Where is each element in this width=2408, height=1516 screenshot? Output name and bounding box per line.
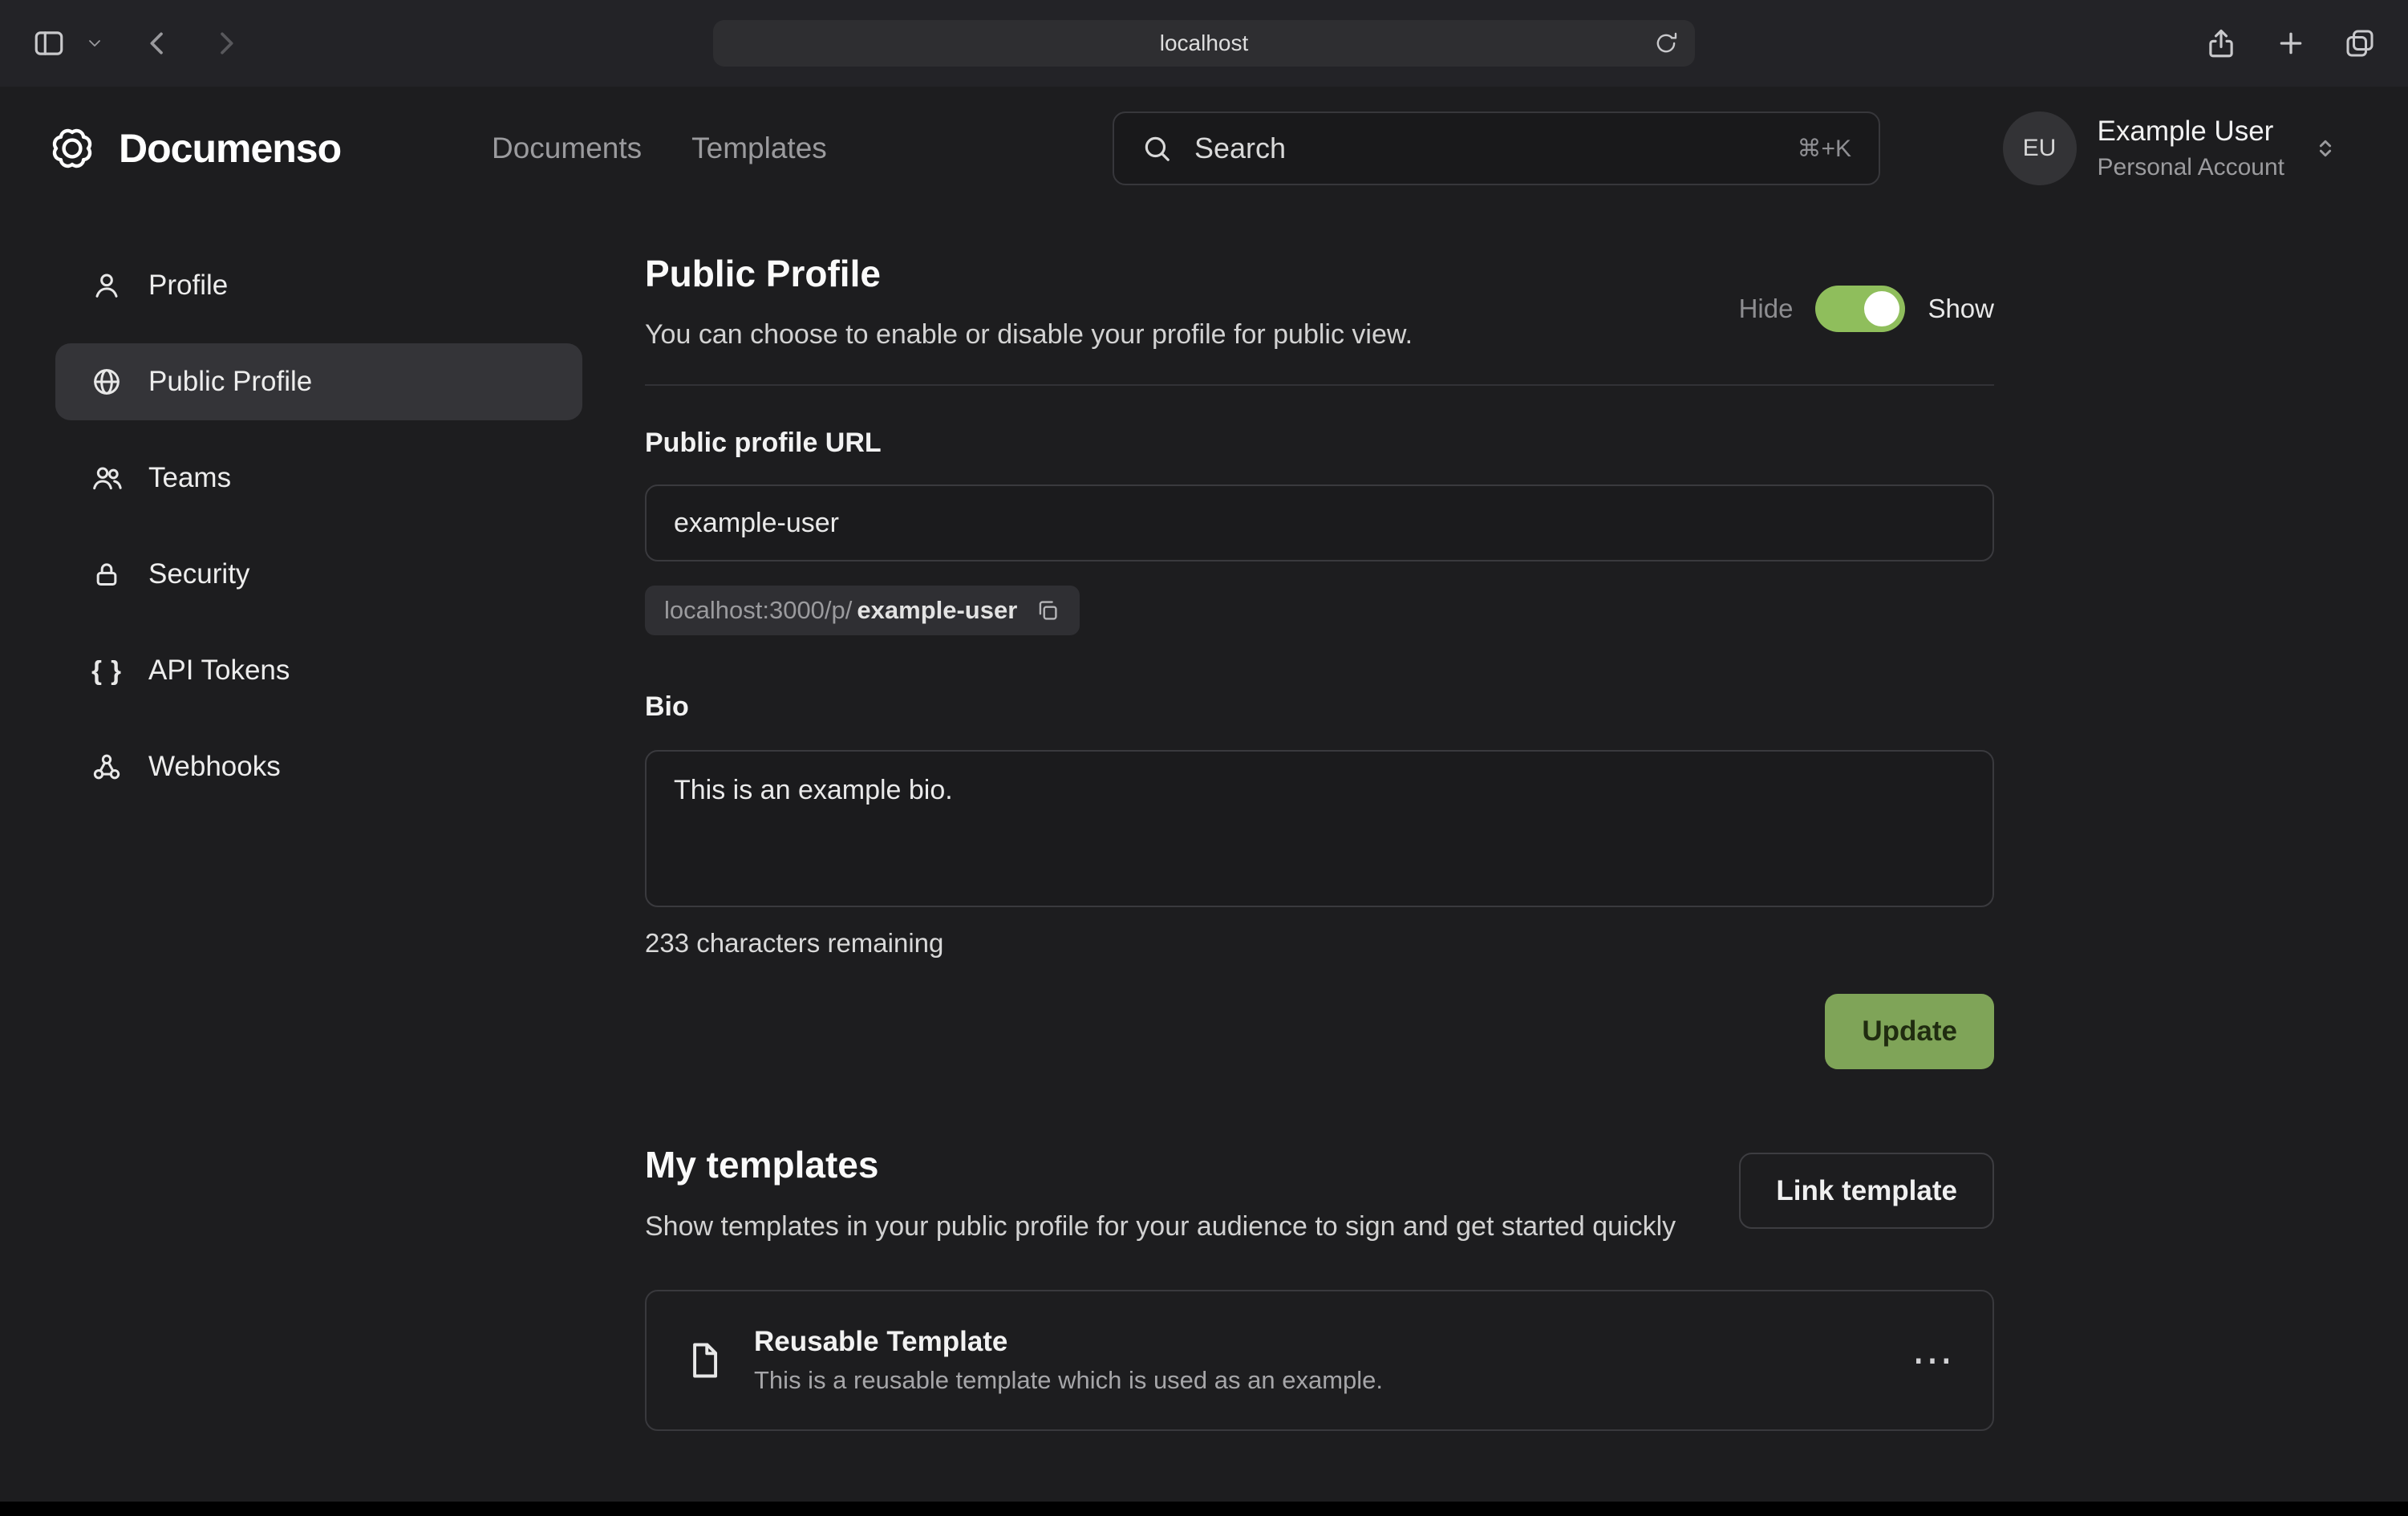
file-icon [683,1340,725,1381]
hide-label: Hide [1739,294,1794,324]
address-bar-url: localhost [1160,30,1249,56]
sidebar-item-label: API Tokens [148,655,290,687]
sidebar-item-security[interactable]: Security [55,536,582,613]
webhook-icon [91,751,123,783]
profile-url-preview: localhost:3000/p/ example-user [645,586,1080,635]
show-label: Show [1928,294,1994,324]
top-nav: Documents Templates [492,132,827,165]
sidebar-item-webhooks[interactable]: Webhooks [55,728,582,805]
sidebar-item-label: Webhooks [148,751,281,783]
template-description: This is a reusable template which is use… [754,1366,1911,1395]
address-bar[interactable]: localhost [713,20,1695,67]
page-subtitle: You can choose to enable or disable your… [645,319,1413,351]
chevrons-up-down-icon [2312,135,2339,162]
sidebar-item-profile[interactable]: Profile [55,247,582,324]
browser-chrome: localhost [0,0,2408,87]
browser-left-controls [32,26,242,60]
search-bar[interactable]: Search ⌘+K [1113,111,1880,185]
url-preview-slug: example-user [857,596,1017,625]
app-header: Documenso Documents Templates Search ⌘+K… [0,87,2408,210]
template-card: Reusable Template This is a reusable tem… [645,1290,1994,1431]
search-shortcut: ⌘+K [1797,135,1851,163]
bio-label: Bio [645,691,1994,723]
user-name: Example User [2098,116,2284,148]
globe-icon [91,366,123,398]
browser-right-controls [2204,26,2376,60]
update-button[interactable]: Update [1825,994,1994,1069]
copy-icon[interactable] [1035,598,1060,623]
template-name: Reusable Template [754,1326,1911,1358]
toggle-knob [1864,291,1899,326]
url-preview-prefix: localhost:3000/p/ [664,596,852,625]
user-menu[interactable]: EU Example User Personal Account [2003,111,2339,185]
new-tab-icon[interactable] [2275,27,2307,59]
lock-icon [91,558,123,590]
my-templates-description: Show templates in your public profile fo… [645,1207,1676,1246]
link-template-button[interactable]: Link template [1739,1153,1994,1229]
page-title: Public Profile [645,252,1413,295]
chevron-down-icon[interactable] [85,34,104,53]
window-bottom-edge [0,1502,2408,1516]
avatar: EU [2003,111,2077,185]
nav-templates[interactable]: Templates [691,132,827,165]
visibility-toggle[interactable] [1815,286,1905,332]
sidebar-item-public-profile[interactable]: Public Profile [55,343,582,420]
sidebar-item-label: Teams [148,462,231,494]
sidebar-item-label: Public Profile [148,366,312,398]
tab-overview-icon[interactable] [2344,27,2376,59]
nav-documents[interactable]: Documents [492,132,642,165]
profile-url-label: Public profile URL [645,428,1994,459]
sidebar-item-label: Security [148,558,249,590]
documenso-logo-icon [47,123,98,174]
bio-remaining-count: 233 characters remaining [645,928,1994,959]
back-icon[interactable] [141,27,173,59]
sidebar-item-teams[interactable]: Teams [55,440,582,517]
sidebar-toggle-icon[interactable] [32,26,66,60]
brand-name: Documenso [119,125,341,172]
template-menu-icon[interactable]: ⋯ [1911,1340,1956,1381]
user-icon [91,270,123,302]
profile-visibility-control: Hide Show [1739,286,1994,332]
section-divider [645,384,1994,386]
sidebar-item-api-tokens[interactable]: { } API Tokens [55,632,582,709]
brand[interactable]: Documenso [47,123,341,174]
main-content: Public Profile You can choose to enable … [645,210,1994,1431]
forward-icon[interactable] [210,27,242,59]
settings-sidebar: Profile Public Profile Teams Security { … [55,247,582,805]
sidebar-item-label: Profile [148,270,228,302]
braces-icon: { } [91,655,123,687]
profile-url-input[interactable] [645,484,1994,561]
users-icon [91,462,123,494]
user-account-type: Personal Account [2098,154,2284,181]
refresh-icon[interactable] [1653,30,1679,56]
share-icon[interactable] [2204,26,2238,60]
search-icon [1141,133,1172,164]
bio-textarea[interactable]: This is an example bio. [645,750,1994,907]
my-templates-title: My templates [645,1143,1676,1186]
search-placeholder: Search [1194,132,1774,165]
